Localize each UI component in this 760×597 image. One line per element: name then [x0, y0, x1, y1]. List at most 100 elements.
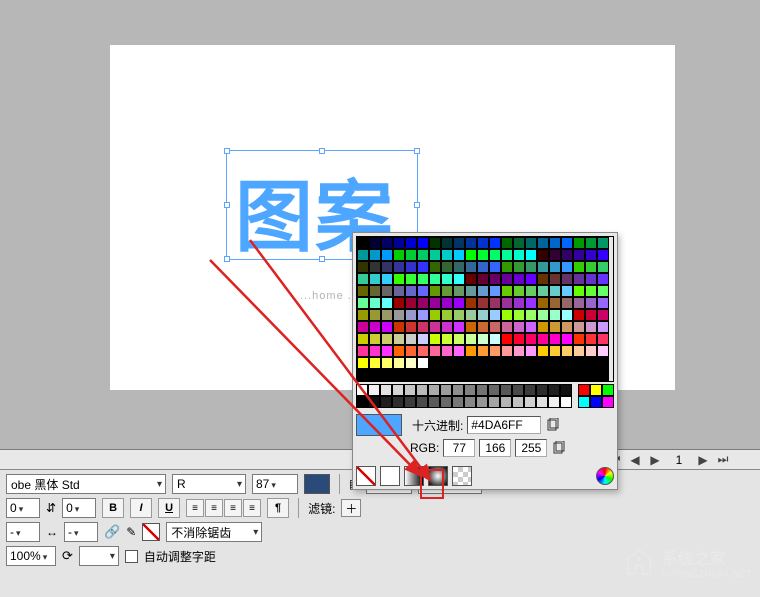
- color-swatch[interactable]: [525, 237, 537, 249]
- gray-swatch[interactable]: [500, 396, 512, 408]
- color-swatch[interactable]: [441, 333, 453, 345]
- color-swatch[interactable]: [477, 273, 489, 285]
- color-swatch[interactable]: [501, 285, 513, 297]
- gray-swatch[interactable]: [416, 384, 428, 396]
- color-swatch[interactable]: [477, 321, 489, 333]
- color-swatch[interactable]: [573, 297, 585, 309]
- color-swatch[interactable]: [453, 309, 465, 321]
- color-swatch[interactable]: [585, 345, 597, 357]
- gray-swatch[interactable]: [392, 396, 404, 408]
- color-swatch[interactable]: [525, 357, 537, 369]
- color-swatch[interactable]: [501, 273, 513, 285]
- color-swatch[interactable]: [429, 357, 441, 369]
- color-swatch[interactable]: [501, 237, 513, 249]
- color-swatch[interactable]: [357, 309, 369, 321]
- color-swatch[interactable]: [489, 345, 501, 357]
- color-swatch[interactable]: [597, 345, 609, 357]
- color-swatch[interactable]: [477, 285, 489, 297]
- color-swatch[interactable]: [369, 297, 381, 309]
- color-swatch[interactable]: [429, 321, 441, 333]
- color-swatch[interactable]: [513, 261, 525, 273]
- color-swatch[interactable]: [405, 357, 417, 369]
- color-swatch[interactable]: [429, 369, 441, 381]
- color-swatch[interactable]: [357, 369, 369, 381]
- next-frame-icon[interactable]: ▶: [696, 453, 710, 467]
- color-swatch[interactable]: [357, 345, 369, 357]
- color-swatch[interactable]: [357, 237, 369, 249]
- gray-swatch[interactable]: [392, 384, 404, 396]
- align-center-button[interactable]: ≡: [205, 499, 223, 517]
- color-swatch[interactable]: [393, 285, 405, 297]
- color-swatch[interactable]: [429, 309, 441, 321]
- color-swatch[interactable]: [465, 321, 477, 333]
- extra-color-swatch[interactable]: [602, 384, 614, 396]
- color-swatch[interactable]: [561, 237, 573, 249]
- no-color-button[interactable]: [356, 466, 376, 486]
- color-swatch[interactable]: [441, 321, 453, 333]
- gray-swatch[interactable]: [440, 396, 452, 408]
- resize-handle-top-left[interactable]: [224, 148, 230, 154]
- color-swatch[interactable]: [465, 285, 477, 297]
- color-swatch[interactable]: [417, 273, 429, 285]
- color-swatch[interactable]: [381, 309, 393, 321]
- gray-swatch[interactable]: [488, 396, 500, 408]
- color-swatch[interactable]: [573, 273, 585, 285]
- color-swatch[interactable]: [585, 297, 597, 309]
- color-swatch[interactable]: [489, 333, 501, 345]
- gray-swatch[interactable]: [500, 384, 512, 396]
- color-swatch[interactable]: [477, 369, 489, 381]
- color-swatch[interactable]: [489, 261, 501, 273]
- color-swatch[interactable]: [381, 345, 393, 357]
- color-swatch[interactable]: [525, 273, 537, 285]
- color-swatch[interactable]: [477, 261, 489, 273]
- color-swatch[interactable]: [369, 321, 381, 333]
- font-family-dropdown[interactable]: obe 黑体 Std: [6, 474, 166, 494]
- extra-color-swatch[interactable]: [578, 396, 590, 408]
- gray-swatch[interactable]: [560, 396, 572, 408]
- auto-kerning-checkbox[interactable]: [125, 550, 138, 563]
- color-swatch[interactable]: [525, 249, 537, 261]
- color-swatch-grid[interactable]: [356, 236, 614, 382]
- color-swatch[interactable]: [501, 261, 513, 273]
- extra-colors[interactable]: [578, 384, 614, 408]
- color-swatch[interactable]: [465, 249, 477, 261]
- resize-handle-top-mid[interactable]: [319, 148, 325, 154]
- gray-swatch[interactable]: [548, 396, 560, 408]
- color-swatch[interactable]: [573, 357, 585, 369]
- color-swatch[interactable]: [393, 237, 405, 249]
- color-swatch[interactable]: [561, 345, 573, 357]
- color-swatch[interactable]: [513, 369, 525, 381]
- color-swatch[interactable]: [537, 237, 549, 249]
- color-swatch[interactable]: [381, 285, 393, 297]
- color-swatch[interactable]: [441, 237, 453, 249]
- color-swatch[interactable]: [417, 249, 429, 261]
- color-swatch[interactable]: [501, 309, 513, 321]
- color-swatch[interactable]: [597, 333, 609, 345]
- color-swatch[interactable]: [561, 309, 573, 321]
- color-swatch[interactable]: [477, 297, 489, 309]
- color-swatch[interactable]: [525, 333, 537, 345]
- color-swatch[interactable]: [501, 321, 513, 333]
- color-swatch[interactable]: [393, 357, 405, 369]
- color-swatch[interactable]: [597, 249, 609, 261]
- color-swatch[interactable]: [573, 345, 585, 357]
- color-swatch[interactable]: [513, 345, 525, 357]
- rotate-icon[interactable]: ⟳: [62, 548, 73, 564]
- color-swatch[interactable]: [525, 285, 537, 297]
- color-swatch[interactable]: [501, 333, 513, 345]
- color-wheel-icon[interactable]: [596, 467, 614, 485]
- color-swatch[interactable]: [429, 285, 441, 297]
- extra-color-swatch[interactable]: [590, 396, 602, 408]
- gray-swatch[interactable]: [476, 396, 488, 408]
- color-swatch[interactable]: [369, 357, 381, 369]
- gray-swatch[interactable]: [404, 396, 416, 408]
- color-swatch[interactable]: [393, 345, 405, 357]
- link-wh-icon[interactable]: 🔗: [104, 524, 120, 540]
- color-swatch[interactable]: [405, 237, 417, 249]
- color-swatch[interactable]: [585, 309, 597, 321]
- color-swatch[interactable]: [513, 285, 525, 297]
- color-swatch[interactable]: [453, 273, 465, 285]
- color-swatch[interactable]: [537, 321, 549, 333]
- color-swatch[interactable]: [525, 297, 537, 309]
- color-swatch[interactable]: [597, 237, 609, 249]
